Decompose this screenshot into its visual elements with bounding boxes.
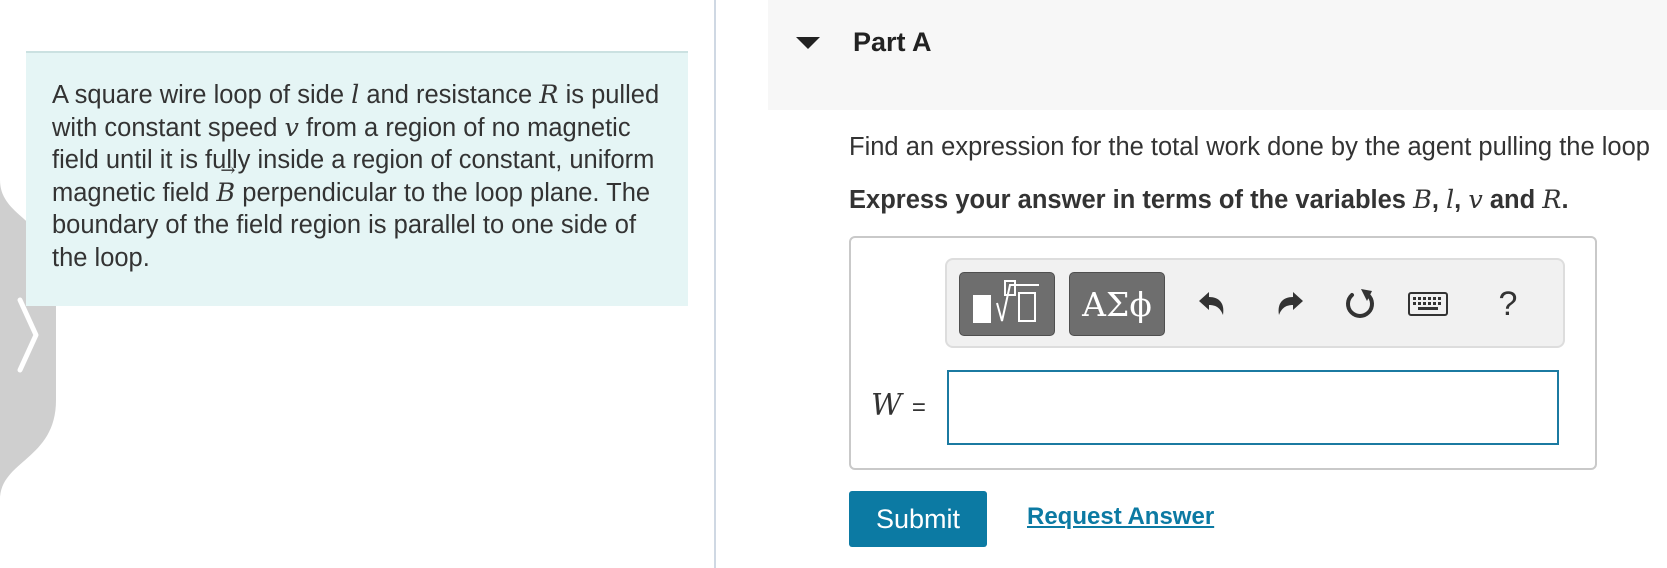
separator: , xyxy=(1431,186,1446,214)
undo-button[interactable] xyxy=(1187,272,1237,336)
pane-divider[interactable] xyxy=(714,0,716,568)
templates-icon xyxy=(973,280,1039,323)
problem-pane: A square wire loop of side l and resista… xyxy=(0,0,715,568)
math-var-v: v xyxy=(1468,185,1483,215)
question-text: Find an expression for the total work do… xyxy=(849,133,1650,161)
redo-icon xyxy=(1278,292,1303,315)
caret-down-icon[interactable] xyxy=(796,37,820,49)
keyboard-icon xyxy=(1408,292,1448,316)
math-vector-B: B xyxy=(216,155,235,210)
reset-icon xyxy=(1346,289,1374,318)
help-label: ? xyxy=(1498,284,1518,323)
problem-text-part: A square wire loop of side xyxy=(52,81,352,109)
answer-instruction: Express your answer in terms of the vari… xyxy=(849,185,1569,215)
instruction-prefix: Express your answer in terms of the vari… xyxy=(849,186,1414,214)
reset-button[interactable] xyxy=(1335,272,1385,336)
math-var-v: v xyxy=(284,112,299,143)
problem-text: A square wire loop of side l and resista… xyxy=(52,79,662,274)
greek-symbols-button[interactable]: ΑΣϕ xyxy=(1069,272,1165,336)
greek-symbols-label: ΑΣϕ xyxy=(1082,284,1152,324)
help-button[interactable]: ? xyxy=(1483,272,1533,336)
part-header[interactable]: Part A xyxy=(768,0,1667,110)
keyboard-button[interactable] xyxy=(1403,272,1453,336)
answer-input[interactable] xyxy=(947,370,1559,445)
answer-label: W = xyxy=(871,388,926,423)
undo-icon xyxy=(1199,292,1224,315)
math-var-R: R xyxy=(539,80,559,110)
problem-text-part: and resistance xyxy=(359,81,540,109)
answer-variable: W xyxy=(871,388,902,423)
instruction-and: and xyxy=(1482,186,1543,214)
separator: , xyxy=(1454,186,1469,214)
math-var-l: l xyxy=(1446,185,1455,215)
instruction-suffix: . xyxy=(1561,186,1569,214)
math-var-B: B xyxy=(1413,185,1432,215)
problem-statement: A square wire loop of side l and resista… xyxy=(26,51,688,306)
request-answer-link[interactable]: Request Answer xyxy=(1027,503,1214,531)
equals-sign: = xyxy=(911,394,926,421)
templates-button[interactable] xyxy=(959,272,1055,336)
submit-button[interactable]: Submit xyxy=(849,491,987,547)
redo-button[interactable] xyxy=(1265,272,1315,336)
math-toolbar: ΑΣϕ ? xyxy=(945,258,1565,348)
answer-box: ΑΣϕ ? W = xyxy=(849,236,1597,470)
part-title: Part A xyxy=(853,27,932,57)
math-var-R: R xyxy=(1542,185,1562,215)
